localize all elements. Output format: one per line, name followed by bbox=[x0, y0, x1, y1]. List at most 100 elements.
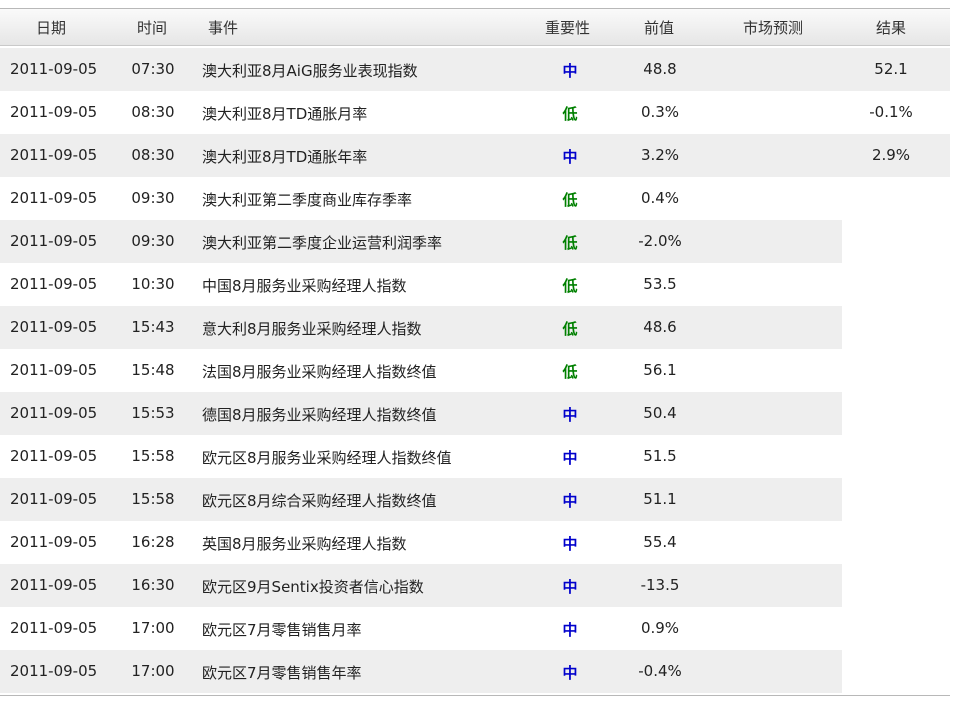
table-row: 2011-09-05 15:43 意大利8月服务业采购经理人指数 低 48.6 bbox=[0, 306, 956, 349]
cell-event: 澳大利亚第二季度商业库存季率 bbox=[202, 191, 413, 209]
cell-previous: 0.3% bbox=[640, 103, 680, 121]
cell-event: 欧元区7月零售销售月率 bbox=[202, 621, 362, 639]
cell-date: 2011-09-05 bbox=[10, 662, 98, 680]
cell-previous: 51.5 bbox=[643, 447, 677, 465]
cell-date: 2011-09-05 bbox=[10, 576, 98, 594]
table-row: 2011-09-05 08:30 澳大利亚8月TD通胀年率 中 3.2% 2.9% bbox=[0, 134, 956, 177]
cell-time: 15:58 bbox=[131, 447, 175, 465]
cell-previous: 51.1 bbox=[643, 490, 677, 508]
table-row: 2011-09-05 16:30 欧元区9月Sentix投资者信心指数 中 -13.5 bbox=[0, 564, 956, 607]
cell-time: 15:53 bbox=[131, 404, 175, 422]
cell-time: 10:30 bbox=[131, 275, 175, 293]
cell-time: 09:30 bbox=[131, 232, 175, 250]
cell-date: 2011-09-05 bbox=[10, 619, 98, 637]
cell-time: 15:43 bbox=[131, 318, 175, 336]
cell-date: 2011-09-05 bbox=[10, 189, 98, 207]
table-row: 2011-09-05 07:30 澳大利亚8月AiG服务业表现指数 中 48.8 52.1 bbox=[0, 48, 956, 91]
table-header: 日期 时间 事件 重要性 前值 市场预测 结果 bbox=[0, 9, 950, 46]
table-row: 2011-09-05 17:00 欧元区7月零售销售年率 中 -0.4% bbox=[0, 650, 956, 693]
cell-previous: 50.4 bbox=[643, 404, 677, 422]
cell-time: 17:00 bbox=[131, 662, 175, 680]
cell-result: 52.1 bbox=[874, 60, 908, 78]
cell-previous: 0.9% bbox=[640, 619, 680, 637]
cell-date: 2011-09-05 bbox=[10, 361, 98, 379]
cell-time: 15:48 bbox=[131, 361, 175, 379]
cell-date: 2011-09-05 bbox=[10, 146, 98, 164]
header-result: 结果 bbox=[876, 19, 907, 37]
cell-date: 2011-09-05 bbox=[10, 447, 98, 465]
cell-importance: 中 bbox=[562, 492, 578, 510]
header-importance: 重要性 bbox=[545, 19, 591, 37]
cell-importance: 中 bbox=[562, 664, 578, 682]
table-row: 2011-09-05 08:30 澳大利亚8月TD通胀月率 低 0.3% -0.1% bbox=[0, 91, 956, 134]
cell-importance: 中 bbox=[562, 535, 578, 553]
cell-event: 欧元区7月零售销售年率 bbox=[202, 664, 362, 682]
cell-date: 2011-09-05 bbox=[10, 490, 98, 508]
table-row: 2011-09-05 15:58 欧元区8月综合采购经理人指数终值 中 51.1 bbox=[0, 478, 956, 521]
cell-time: 08:30 bbox=[131, 103, 175, 121]
table-row: 2011-09-05 09:30 澳大利亚第二季度商业库存季率 低 0.4% bbox=[0, 177, 956, 220]
cell-time: 09:30 bbox=[131, 189, 175, 207]
cell-previous: 0.4% bbox=[640, 189, 680, 207]
cell-event: 法国8月服务业采购经理人指数终值 bbox=[202, 363, 437, 381]
cell-date: 2011-09-05 bbox=[10, 533, 98, 551]
cell-importance: 中 bbox=[562, 148, 578, 166]
cell-date: 2011-09-05 bbox=[10, 60, 98, 78]
cell-time: 16:28 bbox=[131, 533, 175, 551]
cell-event: 澳大利亚第二季度企业运营利润季率 bbox=[202, 234, 443, 252]
table-row: 2011-09-05 09:30 澳大利亚第二季度企业运营利润季率 低 -2.0% bbox=[0, 220, 956, 263]
cell-date: 2011-09-05 bbox=[10, 318, 98, 336]
cell-importance: 中 bbox=[562, 449, 578, 467]
table-row: 2011-09-05 15:48 法国8月服务业采购经理人指数终值 低 56.1 bbox=[0, 349, 956, 392]
cell-importance: 低 bbox=[562, 363, 578, 381]
cell-result: 2.9% bbox=[871, 146, 911, 164]
cell-importance: 低 bbox=[562, 234, 578, 252]
table-row: 2011-09-05 15:53 德国8月服务业采购经理人指数终值 中 50.4 bbox=[0, 392, 956, 435]
cell-importance: 低 bbox=[562, 320, 578, 338]
header-forecast: 市场预测 bbox=[743, 19, 804, 37]
cell-importance: 中 bbox=[562, 621, 578, 639]
table-row: 2011-09-05 17:00 欧元区7月零售销售月率 中 0.9% bbox=[0, 607, 956, 650]
cell-time: 08:30 bbox=[131, 146, 175, 164]
table-row: 2011-09-05 10:30 中国8月服务业采购经理人指数 低 53.5 bbox=[0, 263, 956, 306]
cell-previous: -0.4% bbox=[638, 662, 682, 680]
cell-event: 中国8月服务业采购经理人指数 bbox=[202, 277, 407, 295]
cell-date: 2011-09-05 bbox=[10, 275, 98, 293]
table-row: 2011-09-05 15:58 欧元区8月服务业采购经理人指数终值 中 51.5 bbox=[0, 435, 956, 478]
header-previous: 前值 bbox=[644, 19, 675, 37]
header-event: 事件 bbox=[208, 19, 239, 37]
header-date: 日期 bbox=[36, 19, 67, 37]
cell-importance: 中 bbox=[562, 578, 578, 596]
cell-importance: 中 bbox=[562, 62, 578, 80]
cell-previous: 3.2% bbox=[640, 146, 680, 164]
cell-importance: 低 bbox=[562, 191, 578, 209]
cell-previous: -2.0% bbox=[638, 232, 682, 250]
cell-previous: -13.5 bbox=[640, 576, 680, 594]
cell-previous: 55.4 bbox=[643, 533, 677, 551]
cell-previous: 53.5 bbox=[643, 275, 677, 293]
cell-date: 2011-09-05 bbox=[10, 232, 98, 250]
cell-event: 澳大利亚8月TD通胀年率 bbox=[202, 148, 368, 166]
cell-event: 德国8月服务业采购经理人指数终值 bbox=[202, 406, 437, 424]
cell-time: 16:30 bbox=[131, 576, 175, 594]
cell-result: -0.1% bbox=[869, 103, 913, 121]
cell-time: 07:30 bbox=[131, 60, 175, 78]
cell-previous: 48.6 bbox=[643, 318, 677, 336]
cell-event: 意大利8月服务业采购经理人指数 bbox=[202, 320, 422, 338]
cell-event: 英国8月服务业采购经理人指数 bbox=[202, 535, 407, 553]
cell-event: 欧元区8月综合采购经理人指数终值 bbox=[202, 492, 437, 510]
cell-date: 2011-09-05 bbox=[10, 103, 98, 121]
cell-date: 2011-09-05 bbox=[10, 404, 98, 422]
cell-importance: 低 bbox=[562, 277, 578, 295]
cell-previous: 56.1 bbox=[643, 361, 677, 379]
cell-time: 17:00 bbox=[131, 619, 175, 637]
cell-event: 欧元区8月服务业采购经理人指数终值 bbox=[202, 449, 452, 467]
cell-time: 15:58 bbox=[131, 490, 175, 508]
cell-event: 欧元区9月Sentix投资者信心指数 bbox=[202, 578, 424, 596]
header-time: 时间 bbox=[137, 19, 168, 37]
cell-importance: 低 bbox=[562, 105, 578, 123]
cell-event: 澳大利亚8月TD通胀月率 bbox=[202, 105, 368, 123]
table-bottom-border bbox=[0, 695, 950, 696]
cell-previous: 48.8 bbox=[643, 60, 677, 78]
cell-importance: 中 bbox=[562, 406, 578, 424]
